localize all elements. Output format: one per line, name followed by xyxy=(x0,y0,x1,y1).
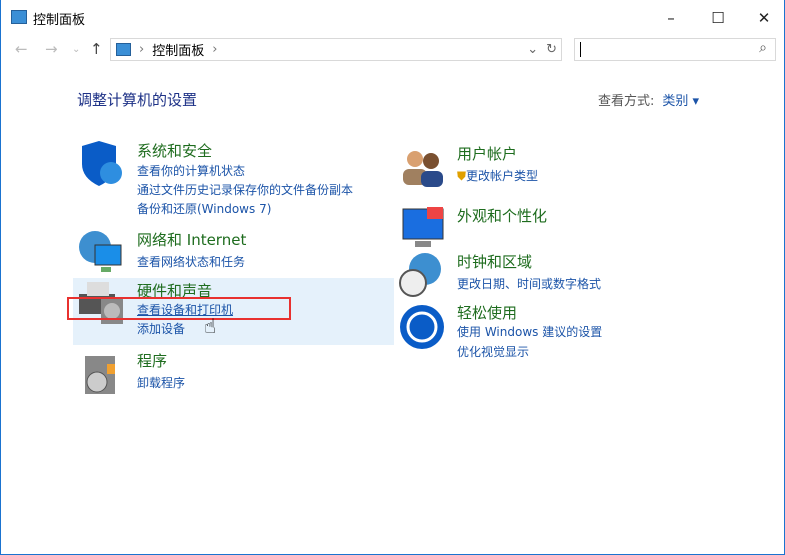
view-by-label: 查看方式: xyxy=(598,94,655,109)
view-by-dropdown[interactable]: 类别 ▾ xyxy=(662,94,699,109)
category-link[interactable]: 备份和还原(Windows 7) xyxy=(137,200,271,217)
users-icon xyxy=(403,151,443,187)
category-link[interactable]: 查看你的计算机状态 xyxy=(137,162,245,179)
network-icon xyxy=(79,231,122,272)
category-title[interactable]: 网络和 Internet xyxy=(137,229,246,250)
refresh-button[interactable]: ↻ xyxy=(546,42,557,57)
window-title: 控制面板 xyxy=(33,13,86,28)
category-link[interactable]: 通过文件历史记录保存你的文件备份副本 xyxy=(137,181,353,198)
category-title[interactable]: 外观和个性化 xyxy=(457,205,547,226)
category-title[interactable]: 轻松使用 xyxy=(457,302,517,323)
back-button[interactable]: ← xyxy=(15,40,28,58)
link-text: 更改帐户类型 xyxy=(466,169,539,183)
up-button[interactable]: ↑ xyxy=(90,40,103,58)
category-title[interactable]: 程序 xyxy=(137,350,167,371)
breadcrumb-control-panel[interactable]: 控制面板 xyxy=(152,40,204,59)
category-title[interactable]: 用户帐户 xyxy=(457,143,517,164)
clock-globe-icon xyxy=(399,253,441,297)
category-title[interactable]: 时钟和区域 xyxy=(457,251,532,272)
text-cursor xyxy=(580,42,581,57)
search-input[interactable]: ⌕ xyxy=(574,38,776,61)
category-link[interactable]: 更改日期、时间或数字格式 xyxy=(457,275,601,292)
category-title[interactable]: 系统和安全 xyxy=(137,140,212,161)
minimize-button[interactable]: – xyxy=(648,4,694,32)
maximize-button[interactable]: ☐ xyxy=(695,4,741,32)
control-panel-icon xyxy=(11,10,27,24)
breadcrumb-separator: › xyxy=(139,42,145,57)
hand-cursor-icon: ☝ xyxy=(204,314,217,338)
breadcrumb-separator[interactable]: › xyxy=(212,42,217,57)
shield-icon xyxy=(82,141,122,186)
page-title: 调整计算机的设置 xyxy=(77,91,198,109)
category-link[interactable]: 优化视觉显示 xyxy=(457,343,529,360)
search-icon: ⌕ xyxy=(759,40,767,56)
control-panel-icon xyxy=(116,43,131,56)
close-button[interactable]: ✕ xyxy=(741,4,785,32)
appearance-icon xyxy=(402,207,444,247)
category-link[interactable]: 查看网络状态和任务 xyxy=(137,253,245,270)
address-dropdown-button[interactable]: ⌄ xyxy=(527,42,538,57)
uac-shield-icon: ⛊ xyxy=(457,169,467,183)
category-link[interactable]: 使用 Windows 建议的设置 xyxy=(457,323,602,340)
highlight-annotation-box xyxy=(67,297,291,320)
ease-of-access-icon xyxy=(400,305,444,349)
view-by: 查看方式: 类别 ▾ xyxy=(598,90,699,109)
recent-locations-button[interactable]: ⌄ xyxy=(72,44,80,55)
category-link[interactable]: ⛊更改帐户类型 xyxy=(457,167,538,184)
category-link[interactable]: 添加设备 xyxy=(137,320,185,337)
category-link[interactable]: 卸载程序 xyxy=(137,374,185,391)
programs-icon xyxy=(85,356,115,394)
forward-button[interactable]: → xyxy=(45,40,58,58)
address-bar[interactable]: › 控制面板 › ⌄ ↻ xyxy=(110,38,562,61)
